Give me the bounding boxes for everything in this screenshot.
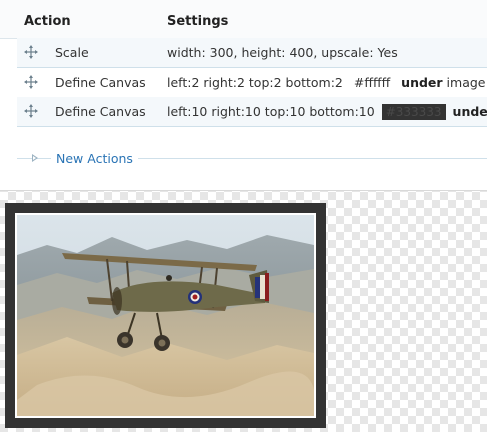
column-header-settings: Settings	[167, 14, 229, 29]
move-arrows-icon[interactable]	[23, 74, 39, 90]
image-preview-canvas	[5, 203, 326, 428]
biplane-preview-image	[17, 215, 314, 416]
canvas-position-keyword: under	[452, 104, 487, 119]
canvas-offsets: left:10 right:10 top:10 bottom:10	[167, 104, 375, 119]
move-arrows-icon[interactable]	[23, 103, 39, 119]
effect-settings-text: width: 300, height: 400, upscale: Yes	[167, 45, 398, 60]
effect-action-label[interactable]: Define Canvas	[55, 104, 146, 119]
effects-table-header: Action Settings	[0, 0, 487, 39]
effect-action-label[interactable]: Define Canvas	[55, 75, 146, 90]
triangle-right-icon-inner	[33, 156, 36, 160]
effect-settings-text: left:10 right:10 top:10 bottom:10 #33333…	[167, 104, 487, 120]
column-header-action: Action	[24, 14, 71, 29]
effect-row-define-canvas-2[interactable]: Define Canvas left:10 right:10 top:10 bo…	[17, 97, 487, 127]
canvas-position-keyword: under	[401, 75, 443, 90]
canvas-offsets: left:2 right:2 top:2 bottom:2	[167, 75, 343, 90]
canvas-color-swatch: #333333	[381, 104, 446, 120]
move-arrows-icon[interactable]	[23, 44, 39, 60]
canvas-position-target: image	[446, 75, 486, 90]
canvas-color-value: #ffffff	[353, 75, 391, 90]
effect-row-scale[interactable]: Scale width: 300, height: 400, upscale: …	[17, 38, 487, 68]
effect-action-label[interactable]: Scale	[55, 45, 89, 60]
image-style-effects-panel: Action Settings Scale width: 300, height…	[0, 0, 487, 191]
canvas-color-value: #333333	[385, 105, 442, 119]
new-actions-toggle[interactable]: New Actions	[51, 151, 138, 166]
effect-row-define-canvas-1[interactable]: Define Canvas left:2 right:2 top:2 botto…	[17, 68, 487, 98]
image-preview-white-border	[15, 213, 316, 418]
new-actions-fieldset: New Actions	[17, 150, 487, 168]
effect-settings-text: left:2 right:2 top:2 bottom:2 #ffffff un…	[167, 75, 485, 90]
